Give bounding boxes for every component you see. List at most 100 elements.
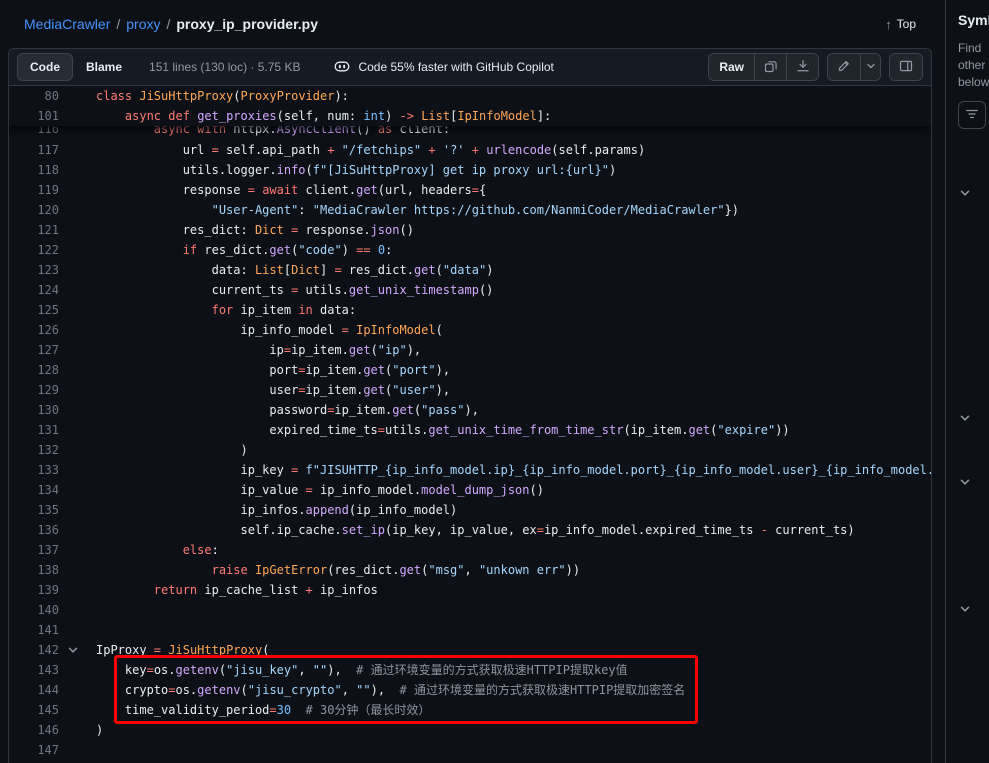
line-number[interactable]: 128 <box>9 360 59 380</box>
fold-spacer <box>59 260 96 280</box>
fold-spacer <box>59 420 96 440</box>
line-number[interactable]: 140 <box>9 600 59 620</box>
edit-dropdown-button[interactable] <box>860 54 880 80</box>
symbols-description-line: Find <box>958 40 989 57</box>
code-line-145: 145 time_validity_period=30 # 30分钟（最长时效） <box>9 700 931 720</box>
line-number[interactable]: 147 <box>9 740 59 760</box>
line-number[interactable]: 132 <box>9 440 59 460</box>
code-line-123: 123 data: List[Dict] = res_dict.get("dat… <box>9 260 931 280</box>
code-text: ip_key = f"JISUHTTP_{ip_info_model.ip}_{… <box>96 460 931 480</box>
fold-spacer <box>59 560 96 580</box>
line-number[interactable]: 127 <box>9 340 59 360</box>
breadcrumb-repo-link[interactable]: MediaCrawler <box>24 16 110 32</box>
code-text: data: List[Dict] = res_dict.get("data") <box>96 260 931 280</box>
line-number[interactable]: 122 <box>9 240 59 260</box>
edit-button[interactable] <box>828 54 860 80</box>
line-number[interactable]: 123 <box>9 260 59 280</box>
line-number[interactable]: 116 <box>9 126 59 139</box>
chevron-down-icon[interactable] <box>959 411 971 429</box>
line-number[interactable]: 130 <box>9 400 59 420</box>
line-number[interactable]: 143 <box>9 660 59 680</box>
code-line-134: 134 ip_value = ip_info_model.model_dump_… <box>9 480 931 500</box>
code-text: for ip_item in data: <box>96 300 931 320</box>
code-line-127: 127 ip=ip_item.get("ip"), <box>9 340 931 360</box>
code-text: url = self.api_path + "/fetchips" + '?' … <box>96 140 931 160</box>
line-number[interactable]: 138 <box>9 560 59 580</box>
fold-spacer <box>59 320 96 340</box>
fold-chevron-icon[interactable] <box>59 640 96 660</box>
breadcrumb-separator: / <box>110 16 126 32</box>
line-number[interactable]: 137 <box>9 540 59 560</box>
fold-spacer <box>59 106 96 126</box>
side-panel-icon <box>899 59 913 76</box>
back-to-top-button[interactable]: ↑ Top <box>885 17 916 32</box>
line-number[interactable]: 124 <box>9 280 59 300</box>
line-number[interactable]: 80 <box>9 86 59 106</box>
line-number[interactable]: 144 <box>9 680 59 700</box>
line-number[interactable]: 129 <box>9 380 59 400</box>
line-number[interactable]: 131 <box>9 420 59 440</box>
fold-spacer <box>59 400 96 420</box>
line-number[interactable]: 121 <box>9 220 59 240</box>
fold-spacer <box>59 660 96 680</box>
code-line-117: 117 url = self.api_path + "/fetchips" + … <box>9 140 931 160</box>
tab-code[interactable]: Code <box>17 53 73 81</box>
line-number[interactable]: 146 <box>9 720 59 740</box>
code-line-131: 131 expired_time_ts=utils.get_unix_time_… <box>9 420 931 440</box>
download-button[interactable] <box>786 54 818 80</box>
fold-spacer <box>59 740 96 760</box>
code-line-137: 137 else: <box>9 540 931 560</box>
line-number[interactable]: 134 <box>9 480 59 500</box>
symbols-toggle-wrap <box>889 53 923 81</box>
code-line-128: 128 port=ip_item.get("port"), <box>9 360 931 380</box>
code-text: user=ip_item.get("user"), <box>96 380 931 400</box>
code-text: port=ip_item.get("port"), <box>96 360 931 380</box>
code-line-118: 118 utils.logger.info(f"[JiSuHttpProxy] … <box>9 160 931 180</box>
line-number[interactable]: 135 <box>9 500 59 520</box>
fold-spacer <box>59 220 96 240</box>
symbols-filter-button[interactable] <box>958 101 986 129</box>
line-number[interactable]: 101 <box>9 106 59 126</box>
fold-spacer <box>59 520 96 540</box>
line-number[interactable]: 141 <box>9 620 59 640</box>
fold-spacer <box>59 240 96 260</box>
line-number[interactable]: 139 <box>9 580 59 600</box>
chevron-down-icon[interactable] <box>959 475 971 493</box>
code-text: time_validity_period=30 # 30分钟（最长时效） <box>96 700 931 720</box>
code-text: current_ts = utils.get_unix_timestamp() <box>96 280 931 300</box>
line-number[interactable]: 119 <box>9 180 59 200</box>
line-number[interactable]: 117 <box>9 140 59 160</box>
main-column: MediaCrawler / proxy / proxy_ip_provider… <box>0 0 944 763</box>
code-text: utils.logger.info(f"[JiSuHttpProxy] get … <box>96 160 931 180</box>
line-number[interactable]: 125 <box>9 300 59 320</box>
code-text <box>96 600 931 620</box>
chevron-down-icon[interactable] <box>959 602 971 620</box>
code-line-121: 121 res_dict: Dict = response.json() <box>9 220 931 240</box>
code-line-124: 124 current_ts = utils.get_unix_timestam… <box>9 280 931 300</box>
fold-spacer <box>59 340 96 360</box>
symbols-panel-toggle-button[interactable] <box>890 54 922 80</box>
chevron-down-icon[interactable] <box>959 186 971 204</box>
line-number[interactable]: 142 <box>9 640 59 660</box>
raw-actions-group: Raw <box>708 53 819 81</box>
code-text: async with httpx.AsyncClient() as client… <box>96 126 931 139</box>
tab-blame[interactable]: Blame <box>73 53 135 81</box>
code-text: res_dict: Dict = response.json() <box>96 220 931 240</box>
code-text <box>96 740 931 760</box>
raw-button[interactable]: Raw <box>709 54 754 80</box>
line-number[interactable]: 136 <box>9 520 59 540</box>
pencil-icon <box>837 59 851 76</box>
line-number[interactable]: 133 <box>9 460 59 480</box>
line-number[interactable]: 126 <box>9 320 59 340</box>
breadcrumb-folder-link[interactable]: proxy <box>126 16 160 32</box>
code-line-140: 140 <box>9 600 931 620</box>
line-number[interactable]: 118 <box>9 160 59 180</box>
code-line-142: 142IpProxy = JiSuHttpProxy( <box>9 640 931 660</box>
fold-spacer <box>59 580 96 600</box>
code-text: if res_dict.get("code") == 0: <box>96 240 931 260</box>
line-number[interactable]: 145 <box>9 700 59 720</box>
fold-spacer <box>59 620 96 640</box>
line-number[interactable]: 120 <box>9 200 59 220</box>
copy-button[interactable] <box>754 54 786 80</box>
code-text: ip_value = ip_info_model.model_dump_json… <box>96 480 931 500</box>
